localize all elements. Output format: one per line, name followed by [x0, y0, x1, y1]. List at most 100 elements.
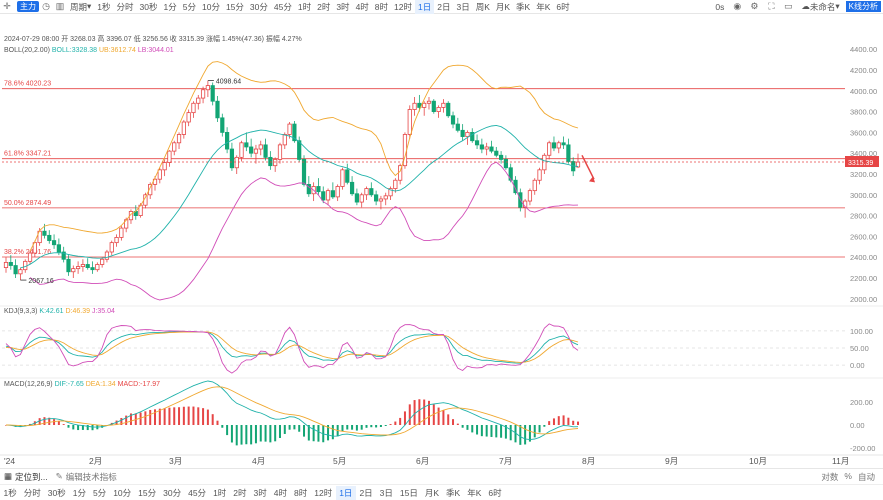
period-6[interactable]: 15分 [223, 0, 247, 14]
period-21[interactable]: 年K [533, 0, 553, 14]
period-0[interactable]: 1秒 [94, 0, 113, 14]
x-label-3: 4月 [252, 456, 265, 466]
candle-body [47, 234, 52, 241]
period-10[interactable]: 2时 [314, 0, 333, 14]
period-11[interactable]: 3时 [333, 0, 352, 14]
edit-indicator-tab[interactable]: ✎ 编辑技术指标 [52, 471, 121, 483]
macd-bar [235, 425, 238, 446]
period-12[interactable]: 4时 [353, 0, 372, 14]
macd-bar [408, 404, 411, 425]
macd-bar [226, 425, 229, 436]
period-18[interactable]: 15日 [396, 486, 421, 500]
candle-body [527, 190, 533, 202]
period-dropdown[interactable]: 周期 ▾ [67, 0, 94, 14]
low-label: 2067.16 [28, 278, 53, 285]
period-14[interactable]: 12时 [311, 486, 336, 500]
period-22[interactable]: 6时 [485, 486, 505, 500]
period-15[interactable]: 1日 [415, 0, 435, 14]
period-15[interactable]: 1日 [335, 485, 356, 500]
candle-body [321, 191, 326, 201]
period-19[interactable]: 月K [493, 0, 513, 14]
kdj-tick-2: 0.00 [850, 361, 865, 370]
macd-bar [375, 425, 378, 428]
macd-bar [187, 406, 190, 425]
period-17[interactable]: 3日 [453, 0, 472, 14]
period-13[interactable]: 8时 [291, 486, 311, 500]
period-2[interactable]: 30秒 [137, 0, 161, 14]
period-4[interactable]: 5分 [180, 0, 199, 14]
layout-icon[interactable]: ▭ [781, 0, 795, 14]
y-tick-12: 2000.00 [850, 295, 877, 304]
log-toggle[interactable]: 对数 [821, 471, 838, 483]
macd-bar [154, 409, 157, 425]
candle-body [441, 102, 446, 108]
period-9[interactable]: 1时 [210, 486, 230, 500]
period-7[interactable]: 30分 [247, 0, 271, 14]
period-22[interactable]: 6时 [553, 0, 572, 14]
period-19[interactable]: 月K [421, 486, 442, 500]
period-8[interactable]: 45分 [185, 486, 210, 500]
macd-bar [543, 425, 546, 427]
candle-body [176, 134, 182, 144]
period-8[interactable]: 45分 [271, 0, 295, 14]
kdj-j-line [5, 323, 579, 374]
kline-analysis-button[interactable]: K线分析 [845, 1, 881, 12]
macd-bar [254, 425, 257, 444]
macd-bar [495, 425, 498, 438]
period-6[interactable]: 15分 [135, 486, 160, 500]
candle-body [66, 258, 71, 273]
goto-tab[interactable]: ▦ 定位到... [0, 471, 52, 483]
x-label-10: 11月 [832, 456, 849, 466]
macd-bar [312, 425, 315, 442]
period-20[interactable]: 季K [513, 0, 533, 14]
macd-bar [533, 425, 536, 438]
period-1[interactable]: 分时 [114, 0, 137, 14]
period-11[interactable]: 3时 [250, 486, 270, 500]
chart-type-icon[interactable]: ▥ [53, 0, 67, 14]
period-5[interactable]: 10分 [199, 0, 223, 14]
period-21[interactable]: 年K [464, 486, 485, 500]
period-1[interactable]: 分时 [20, 486, 44, 500]
high-label: 4098.64 [216, 79, 241, 86]
period-7[interactable]: 30分 [160, 486, 185, 500]
period-13[interactable]: 8时 [372, 0, 391, 14]
period-9[interactable]: 1时 [295, 0, 314, 14]
period-14[interactable]: 12时 [391, 0, 415, 14]
macd-bar [461, 425, 464, 428]
percent-toggle[interactable]: % [844, 471, 852, 483]
period-12[interactable]: 4时 [270, 486, 290, 500]
draft-dropdown[interactable]: ☁ 未命名 ▾ [798, 0, 842, 14]
period-4[interactable]: 5分 [89, 486, 109, 500]
macd-bar [552, 418, 555, 425]
period-2[interactable]: 30秒 [44, 486, 69, 500]
macd-bar [317, 425, 320, 442]
camera-icon[interactable]: ◉ [730, 0, 744, 14]
period-16[interactable]: 2日 [434, 0, 453, 14]
macd-bar [269, 425, 272, 443]
clock-icon[interactable]: ◷ [39, 0, 53, 14]
candle-body [547, 142, 552, 156]
macd-bar [370, 425, 373, 428]
crosshair-icon[interactable]: ✛ [0, 0, 14, 14]
main-chart[interactable]: 4400.004200.004000.003800.003600.003400.… [0, 14, 883, 468]
fullscreen-icon[interactable]: ⛶ [764, 0, 778, 14]
period-3[interactable]: 1分 [69, 486, 89, 500]
macd-bar [197, 407, 200, 425]
period-10[interactable]: 2时 [230, 486, 250, 500]
candle-body [354, 193, 359, 203]
period-0[interactable]: 1秒 [0, 486, 20, 500]
period-3[interactable]: 1分 [161, 0, 180, 14]
candle-body [104, 251, 110, 260]
period-17[interactable]: 3日 [376, 486, 396, 500]
period-20[interactable]: 季K [443, 486, 464, 500]
auto-toggle[interactable]: 自动 [858, 471, 875, 483]
candle-body [239, 142, 244, 158]
fib-label-0: 78.6% 4020.23 [4, 81, 51, 88]
candle-body [27, 252, 33, 262]
settings-icon[interactable]: ⚙ [747, 0, 761, 14]
main-badge[interactable]: 主力 [17, 1, 39, 12]
y-tick-4: 3600.00 [850, 128, 877, 137]
period-5[interactable]: 10分 [110, 486, 135, 500]
period-16[interactable]: 2日 [356, 486, 376, 500]
period-18[interactable]: 周K [473, 0, 493, 14]
